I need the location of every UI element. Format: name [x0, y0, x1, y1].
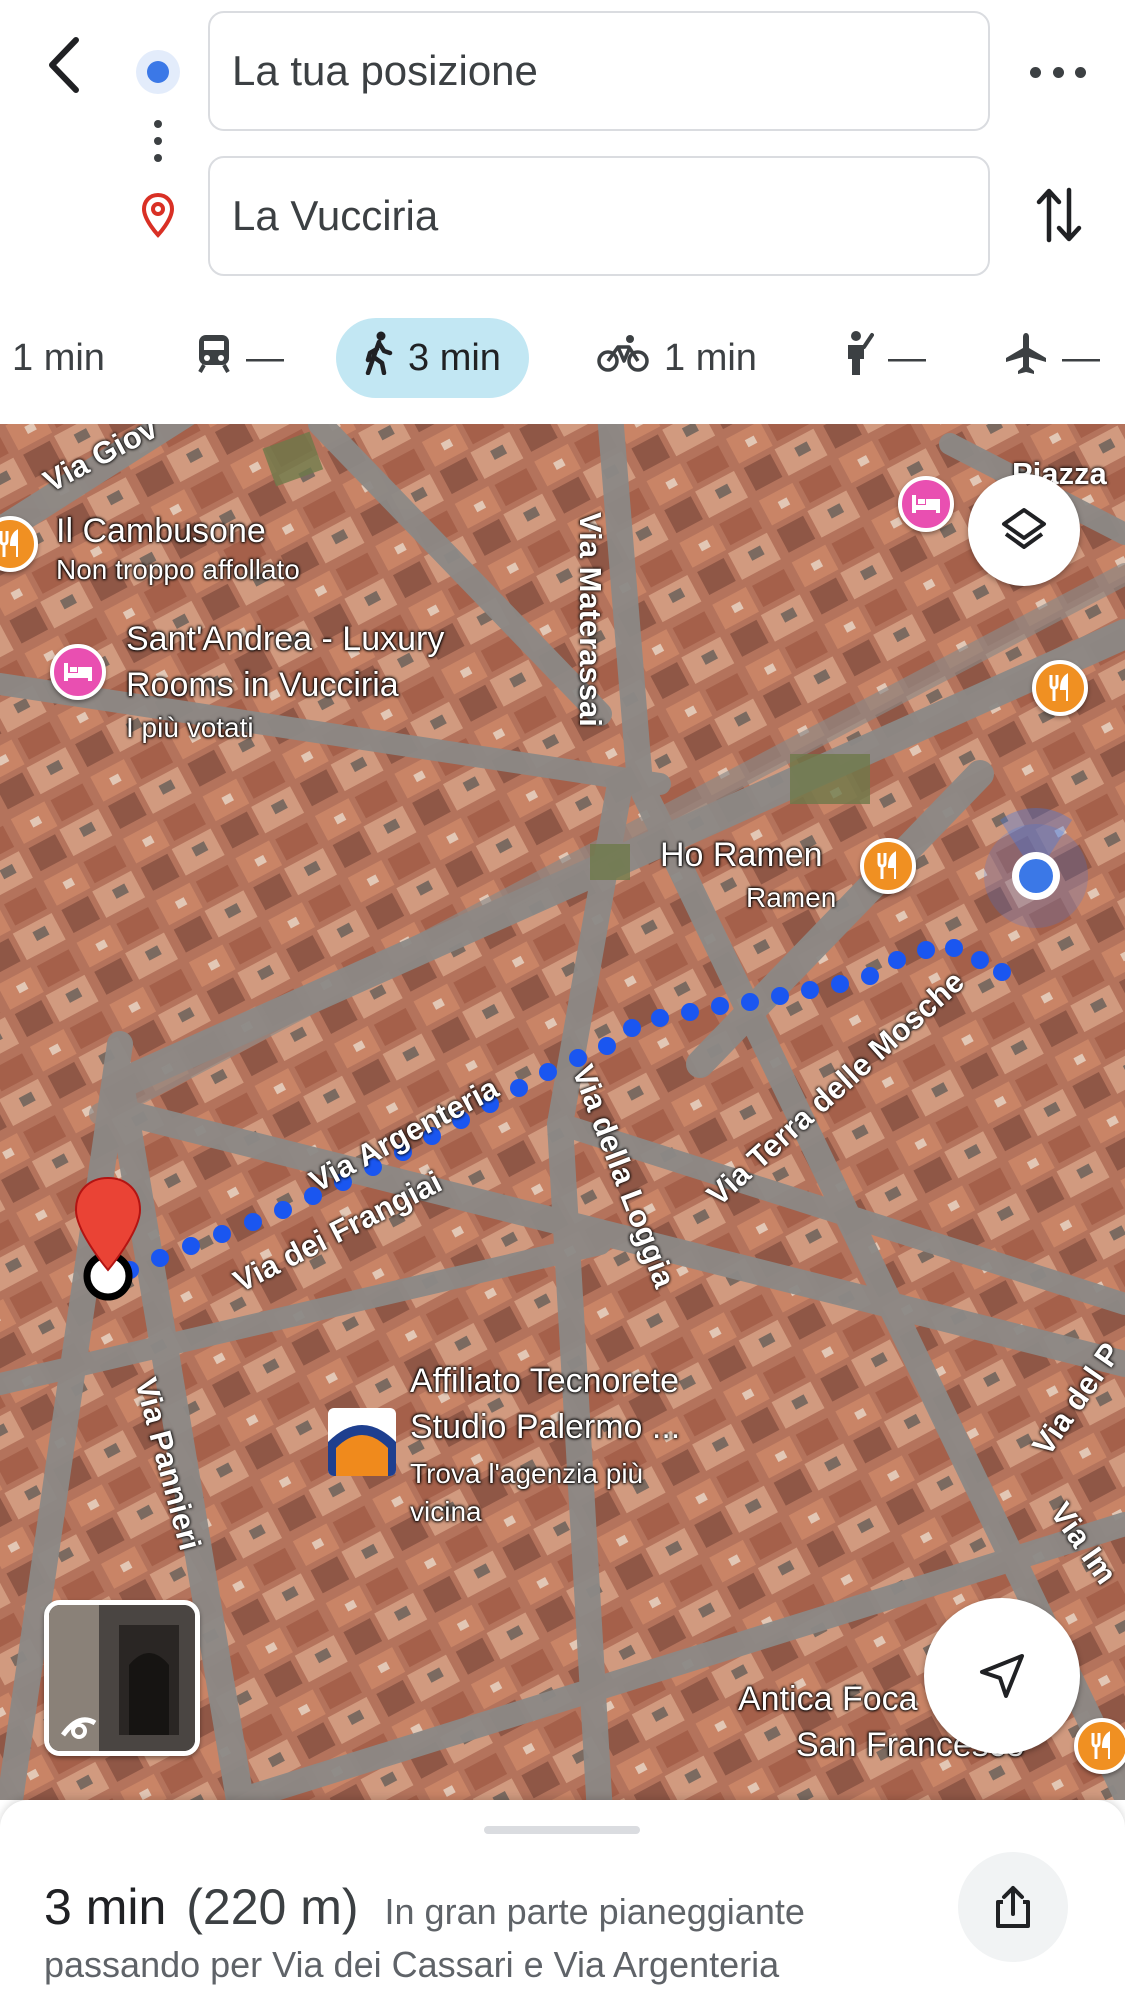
bed-icon [912, 495, 940, 513]
place-name[interactable]: Rooms in Vucciria [126, 666, 399, 705]
place-name[interactable]: Sant'Andrea - Luxury [126, 620, 444, 659]
place-subtitle: Trova l'agenzia più [410, 1458, 644, 1489]
hotel-marker[interactable] [898, 476, 954, 532]
map-view[interactable]: Via Giov Piazza Via Materassai Via Argen… [0, 424, 1125, 1800]
share-icon [996, 1886, 1030, 1928]
tab-flight-label: — [1062, 336, 1100, 379]
street-view-thumbnail[interactable] [44, 1600, 200, 1756]
tab-flight[interactable]: — [1004, 318, 1100, 398]
swap-button[interactable] [1034, 184, 1084, 246]
drag-handle[interactable] [484, 1826, 640, 1834]
hotel-marker[interactable] [50, 644, 106, 700]
restaurant-marker[interactable] [1074, 1718, 1125, 1774]
origin-input[interactable]: La tua posizione [208, 11, 990, 131]
train-icon [196, 333, 232, 383]
route-summary-sheet[interactable]: 3 min (220 m) In gran parte pianeggiante… [0, 1800, 1125, 2000]
real-estate-marker[interactable] [328, 1408, 396, 1476]
route-distance: (220 m) [186, 1879, 359, 1935]
place-subtitle: Ramen [746, 882, 837, 913]
my-location-button[interactable] [924, 1598, 1080, 1754]
back-button[interactable] [40, 30, 100, 100]
tab-transit[interactable]: — [196, 318, 284, 398]
route-summary: 3 min (220 m) In gran parte pianeggiante [44, 1878, 944, 1936]
place-name[interactable]: Il Cambusone [56, 512, 266, 551]
place-subtitle: vicina [410, 1496, 482, 1527]
restaurant-marker[interactable] [860, 838, 916, 894]
layers-icon [1002, 508, 1046, 549]
swap-icon [1036, 187, 1082, 243]
tab-walk[interactable]: 3 min [336, 318, 529, 398]
bed-icon [64, 663, 92, 681]
place-subtitle: Non troppo affollato [56, 554, 300, 585]
fork-knife-icon [1091, 1731, 1110, 1759]
route-via: passando per Via dei Cassari e Via Argen… [44, 1944, 780, 1985]
destination-input[interactable]: La Vucciria [208, 156, 990, 276]
share-button[interactable] [958, 1852, 1068, 1962]
place-name[interactable]: Affiliato Tecnorete [410, 1362, 679, 1401]
tab-ride-label: — [888, 336, 926, 379]
tab-drive[interactable]: 1 min [0, 318, 105, 398]
place-name[interactable]: Ho Ramen [660, 836, 823, 875]
more-options-button[interactable] [1030, 58, 1086, 86]
origin-dot-icon [136, 50, 180, 94]
bike-icon [596, 333, 650, 383]
place-name[interactable]: Antica Foca [738, 1680, 918, 1719]
walk-icon [364, 331, 394, 385]
street-label: Via Materassai [573, 512, 608, 727]
tab-walk-label: 3 min [408, 336, 501, 379]
restaurant-marker[interactable] [1032, 660, 1088, 716]
tab-drive-label: 1 min [12, 336, 105, 379]
chevron-left-icon [49, 37, 79, 93]
route-dots-icon [153, 120, 163, 170]
destination-pin-icon [140, 192, 176, 238]
navigation-arrow-icon [980, 1654, 1024, 1698]
plane-icon [1004, 331, 1048, 385]
directions-header: La tua posizione La Vucciria [0, 0, 1125, 300]
street-view-photo [49, 1605, 195, 1751]
hail-icon [840, 329, 874, 387]
tab-bike[interactable]: 1 min [596, 318, 757, 398]
current-location-dot [1019, 859, 1053, 893]
tab-ride[interactable]: — [840, 318, 926, 398]
tab-transit-label: — [246, 336, 284, 379]
place-name[interactable]: Studio Palermo ... [410, 1408, 680, 1447]
fork-knife-icon [877, 851, 896, 879]
tecnorete-logo-icon [328, 1425, 396, 1476]
route-time: 3 min [44, 1879, 167, 1935]
fork-knife-icon [0, 529, 18, 557]
fork-knife-icon [1049, 673, 1068, 701]
tab-bike-label: 1 min [664, 336, 757, 379]
route-terrain: In gran parte pianeggiante [384, 1891, 805, 1932]
place-subtitle: I più votati [126, 712, 254, 743]
travel-mode-tabs: 1 min — 3 min 1 min — — [0, 318, 1125, 408]
map-layers-button[interactable] [968, 474, 1080, 586]
